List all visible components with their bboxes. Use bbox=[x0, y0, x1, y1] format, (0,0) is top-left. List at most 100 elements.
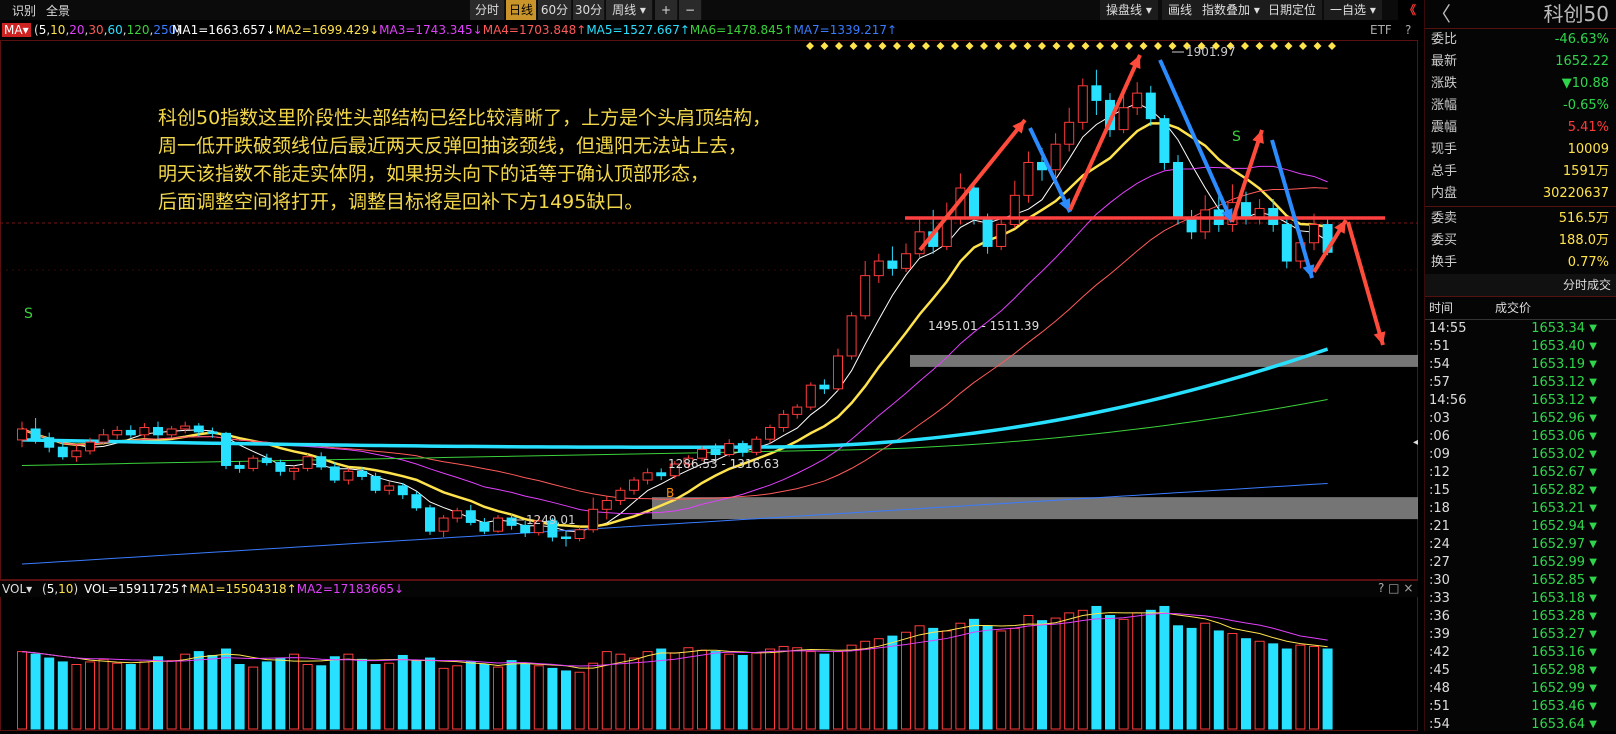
down-arrow-icon: ▼ bbox=[1589, 557, 1597, 568]
up-arrow-right-shoulder-head bbox=[1252, 130, 1264, 144]
volume-bar bbox=[425, 657, 435, 730]
volume-bar bbox=[479, 664, 490, 730]
volume-bar bbox=[1145, 609, 1156, 730]
volume-bar bbox=[221, 648, 231, 730]
signal-diamond bbox=[820, 42, 829, 50]
volume-bar bbox=[452, 665, 463, 730]
tick-row: :54 1653.19 ▼ bbox=[1425, 356, 1616, 374]
down-arrow-icon: ▼ bbox=[1589, 575, 1597, 586]
candle-body bbox=[1064, 121, 1075, 145]
volume-bar bbox=[261, 661, 272, 730]
signal-diamond bbox=[1038, 42, 1046, 50]
vol-window-controls[interactable]: ? □ × bbox=[1378, 581, 1413, 595]
volume-bar bbox=[547, 667, 558, 730]
up-arrow-head bbox=[1068, 54, 1142, 211]
volume-bar bbox=[1037, 620, 1047, 730]
quote-label: 总手 bbox=[1431, 164, 1458, 179]
signal-diamond bbox=[1154, 42, 1162, 50]
tick-row: :36 1653.28 ▼ bbox=[1425, 608, 1616, 626]
signal-diamond bbox=[1313, 42, 1322, 50]
tick-row: :27 1652.99 ▼ bbox=[1425, 554, 1616, 572]
candle-body bbox=[737, 443, 748, 453]
candle-body bbox=[901, 253, 911, 269]
volume-bar bbox=[71, 664, 82, 730]
signal-diamond bbox=[1067, 42, 1075, 50]
down-arrow-icon: ▼ bbox=[1589, 413, 1597, 424]
tick-price: 1653.34 bbox=[1531, 321, 1585, 336]
volume-bar bbox=[642, 651, 653, 730]
tick-row: :42 1653.16 ▼ bbox=[1425, 644, 1616, 662]
down-arrow-icon: ▼ bbox=[1589, 593, 1597, 604]
tick-time: :33 bbox=[1429, 591, 1450, 606]
candle-body bbox=[289, 467, 299, 472]
signal-diamond bbox=[806, 42, 814, 50]
signal-diamond bbox=[849, 42, 858, 50]
tick-row: :48 1652.99 ▼ bbox=[1425, 680, 1616, 698]
candle-body bbox=[425, 507, 435, 532]
tick-row: :09 1653.02 ▼ bbox=[1425, 446, 1616, 464]
vol-selector[interactable]: VOL▾ bbox=[2, 582, 32, 596]
tick-time: :57 bbox=[1429, 375, 1450, 390]
quote-value: 5.41% bbox=[1567, 120, 1609, 135]
volume-bar bbox=[302, 664, 313, 730]
candle-body bbox=[493, 517, 503, 532]
volume-bar bbox=[982, 625, 993, 730]
volume-bar bbox=[601, 651, 612, 730]
quote-label: 震幅 bbox=[1431, 120, 1458, 135]
quote-value: 188.0万 bbox=[1558, 233, 1609, 248]
annotation-line-4: 后面调整空间将打开，调整目标将是回补下方1495缺口。 bbox=[158, 191, 644, 213]
volume-bar bbox=[1009, 627, 1020, 730]
down-arrow-icon: ▼ bbox=[1589, 359, 1597, 370]
volume-bar bbox=[928, 627, 939, 730]
candle-body bbox=[1241, 202, 1251, 218]
quote-row: 内盘 30220637 bbox=[1425, 183, 1616, 205]
signal-diamond bbox=[835, 42, 843, 50]
tick-price: 1653.16 bbox=[1531, 645, 1585, 660]
candle-body bbox=[1009, 194, 1020, 226]
down-arrow-icon: ▼ bbox=[1589, 323, 1597, 334]
tick-price: 1652.96 bbox=[1531, 411, 1585, 426]
tick-row: :18 1653.21 ▼ bbox=[1425, 500, 1616, 518]
candle-body bbox=[139, 427, 150, 436]
candle-body bbox=[357, 470, 367, 477]
volume-bar bbox=[85, 661, 95, 730]
tick-time: 14:56 bbox=[1429, 393, 1467, 408]
volume-bar bbox=[1295, 644, 1306, 730]
analysis-annotation: 科创50指数这里阶段性头部结构已经比较清晰了，上方是个头肩顶结构， 周一低开跌破… bbox=[158, 104, 771, 216]
volume-bar bbox=[1254, 640, 1265, 730]
volume-bar bbox=[1281, 648, 1292, 730]
candle-body bbox=[438, 517, 449, 532]
volume-bar bbox=[343, 653, 354, 730]
volume-bar bbox=[397, 654, 408, 730]
volume-bar bbox=[588, 662, 599, 730]
tick-time: :45 bbox=[1429, 663, 1450, 678]
high-label: 1901.97 bbox=[1186, 45, 1236, 59]
candle-body bbox=[819, 384, 830, 390]
candle-body bbox=[370, 475, 381, 491]
quote-value: 516.5万 bbox=[1558, 211, 1609, 226]
quote-value: -46.63% bbox=[1554, 32, 1609, 47]
volume-bar bbox=[153, 656, 163, 730]
back-icon[interactable]: 〈 bbox=[1431, 0, 1451, 28]
down-arrow-icon: ▼ bbox=[1589, 701, 1597, 712]
signal-diamond bbox=[1299, 42, 1307, 50]
signal-diamond bbox=[1023, 42, 1032, 50]
candle-body bbox=[1281, 224, 1292, 262]
tick-row: :45 1652.98 ▼ bbox=[1425, 662, 1616, 680]
candle-body bbox=[1118, 107, 1129, 131]
gap-lower-label: 1286.53 - 1316.63 bbox=[668, 457, 779, 471]
volume-bar bbox=[98, 658, 109, 730]
quote-row: 委卖 516.5万 bbox=[1425, 208, 1616, 230]
candle-body bbox=[805, 384, 816, 408]
volume-bar bbox=[1159, 605, 1170, 730]
tick-row: :24 1652.97 ▼ bbox=[1425, 536, 1616, 554]
volume-bar bbox=[139, 661, 150, 730]
volume-bar bbox=[411, 660, 422, 730]
quote-value: ▼10.88 bbox=[1561, 76, 1609, 91]
candle-body bbox=[751, 438, 762, 453]
candle-body bbox=[724, 443, 735, 456]
candle-body bbox=[465, 510, 476, 523]
candle-body bbox=[71, 450, 82, 458]
vol-value-2: MA2=17183665↓ bbox=[296, 582, 405, 596]
candle-body bbox=[479, 521, 490, 532]
